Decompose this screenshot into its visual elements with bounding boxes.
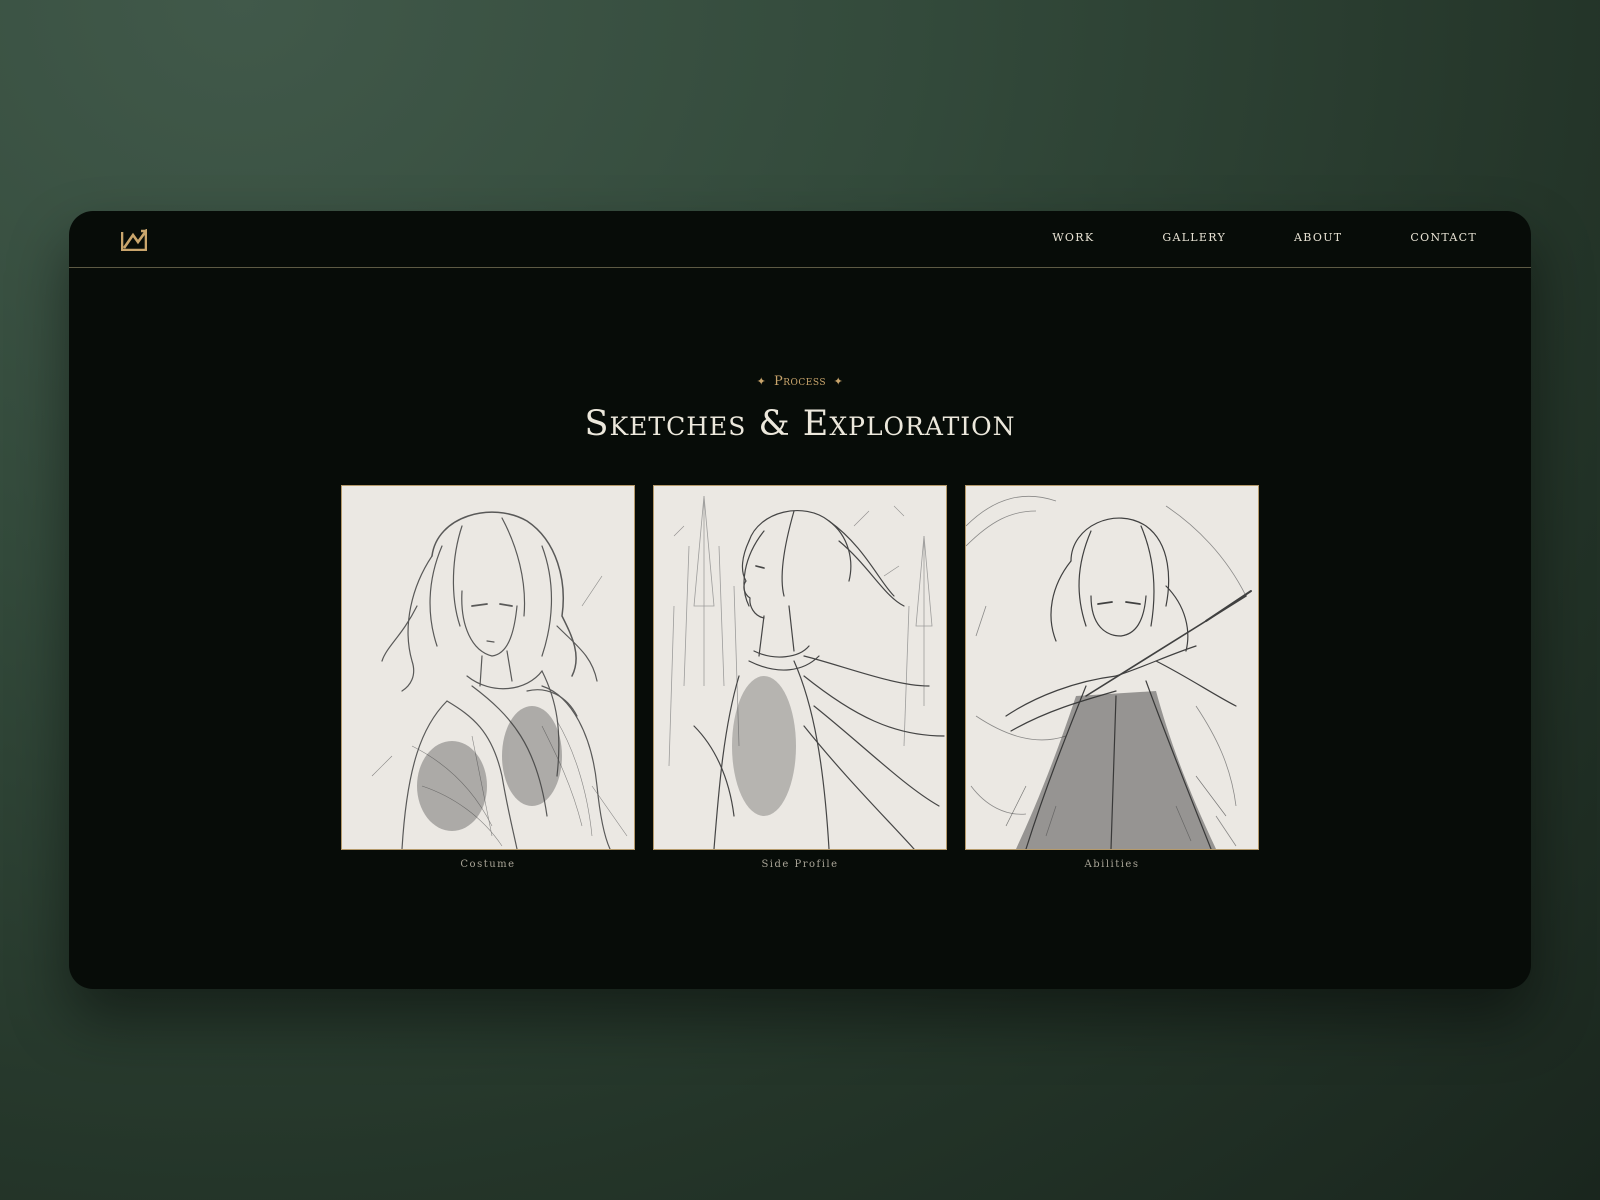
section-title: Sketches & Exploration (584, 404, 1016, 444)
nav-link-about[interactable]: ABOUT (1294, 231, 1342, 244)
sparkle-icon: ✦ (833, 375, 844, 388)
sketch-gallery: Costume Side Profile Abilities (341, 485, 1259, 875)
sketch-caption: Costume (460, 859, 516, 870)
nav-links: WORK GALLERY ABOUT CONTACT (984, 231, 1477, 244)
navbar: WORK GALLERY ABOUT CONTACT (69, 211, 1531, 268)
sketch-image-costume[interactable] (341, 485, 635, 850)
portfolio-window: WORK GALLERY ABOUT CONTACT ✦ Process ✦ S… (69, 211, 1531, 989)
sketch-card-abilities[interactable]: Abilities (965, 485, 1259, 870)
sketch-image-abilities[interactable] (965, 485, 1259, 850)
logo-mark-icon[interactable] (121, 229, 147, 251)
sketch-caption: Side Profile (761, 859, 839, 870)
eyebrow-label: Process (773, 374, 827, 389)
sparkle-icon: ✦ (756, 375, 767, 388)
nav-link-work[interactable]: WORK (1052, 231, 1094, 244)
sketch-card-costume[interactable]: Costume (341, 485, 635, 870)
section-eyebrow: ✦ Process ✦ (69, 374, 1531, 389)
nav-link-gallery[interactable]: GALLERY (1162, 231, 1226, 244)
sketch-caption: Abilities (1084, 859, 1140, 870)
sketch-image-side-profile[interactable] (653, 485, 947, 850)
nav-link-contact[interactable]: CONTACT (1410, 231, 1477, 244)
sketch-card-side-profile[interactable]: Side Profile (653, 485, 947, 870)
